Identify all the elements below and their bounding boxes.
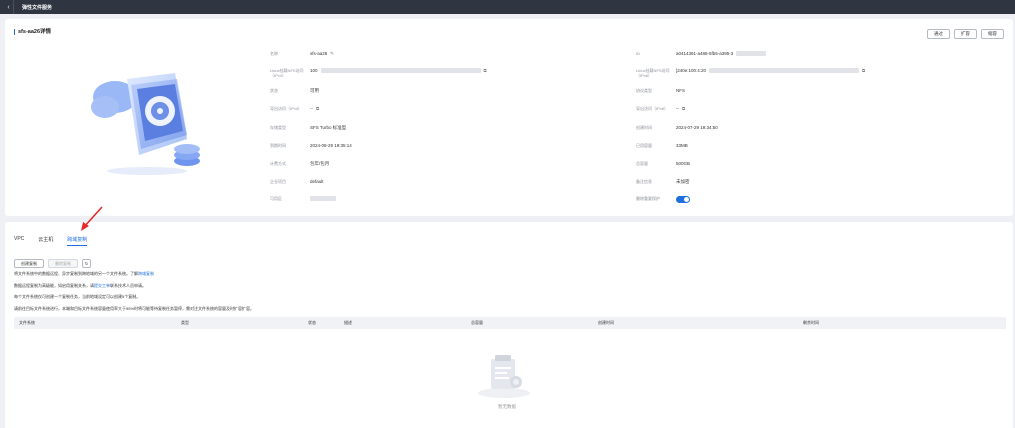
delete-protection-toggle[interactable] — [676, 196, 690, 203]
replication-notes: 将文件系统中的数据远程、异步复制到跨地域的另一个文件系统。了解跨域复制 数据远程… — [14, 271, 255, 319]
shrink-button[interactable]: 缩容 — [981, 29, 1004, 39]
note-line: 数据远程复制为高级能，如启用复制关系，请提交工单联系技术人员申请。 — [14, 282, 146, 288]
redacted-value — [320, 68, 481, 73]
detail-card: sfs-aa26详情 通过 扩容 缩容 名称 sfs-aa26 ✎ Linux挂… — [5, 19, 1013, 216]
refresh-button[interactable]: ↻ — [82, 259, 91, 268]
storage-illustration — [91, 73, 200, 175]
refresh-icon: ↻ — [84, 261, 89, 266]
action-buttons: 通过 扩容 缩容 — [927, 29, 1004, 39]
column-header[interactable]: 描述 — [344, 320, 352, 326]
note-line: 将文件系统中的数据远程、异步复制到跨地域的另一个文件系统。了解跨域复制 — [14, 271, 154, 276]
annotation-arrow — [81, 206, 103, 231]
table-header: 文件系统 类型 状态 描述 总容量 创建时间 剩余时间 — [14, 317, 1006, 329]
redacted-value — [310, 196, 336, 201]
note-line: 每个文件系统仅可创建一个复制任务，当前地域设定可以创建5个复制。 — [14, 294, 141, 300]
edit-icon[interactable]: ✎ — [330, 51, 334, 56]
delete-replication-button[interactable]: 删除复制 — [48, 259, 78, 268]
copy-icon[interactable]: ⧉ — [862, 68, 865, 73]
copy-icon[interactable]: ⧉ — [316, 106, 319, 111]
back-button[interactable]: ‹ — [4, 0, 14, 14]
column-header[interactable]: 状态 — [308, 320, 316, 326]
empty-state-icon — [478, 355, 530, 398]
page-title: 弹性文件服务 — [22, 4, 53, 11]
top-bar: ‹ 弹性文件服务 — [0, 0, 1015, 14]
tab-bar: VPC 云主机 跨域复制 — [14, 236, 88, 246]
tab-cross-region-replication[interactable]: 跨域复制 — [67, 236, 88, 246]
chevron-left-icon: ‹ — [7, 3, 10, 11]
note-line: 请前往目标文件系统进行，本端和目标文件系统容量使用率大于95%时将可能等待复制任… — [14, 306, 255, 312]
column-header[interactable]: 文件系统 — [19, 320, 35, 326]
approve-button[interactable]: 通过 — [927, 29, 950, 39]
create-replication-button[interactable]: 创建复制 — [14, 259, 44, 268]
copy-icon[interactable]: ⧉ — [484, 68, 487, 73]
redacted-value — [709, 68, 860, 73]
column-header[interactable]: 剩余时间 — [803, 320, 819, 326]
column-header[interactable]: 创建时间 — [598, 320, 614, 326]
copy-icon[interactable]: ⧉ — [682, 106, 685, 111]
learn-replication-link[interactable]: 跨域复制 — [138, 271, 154, 276]
tabs-card: VPC 云主机 跨域复制 创建复制 删除复制 ↻ 将文件系统中的数据远程、异步复… — [5, 222, 1013, 428]
redacted-value — [736, 51, 767, 56]
empty-state-text: 暂无数据 — [498, 404, 516, 409]
file-system-title: sfs-aa26详情 — [14, 29, 51, 35]
tab-cloud-host[interactable]: 云主机 — [38, 236, 53, 246]
tab-vpc[interactable]: VPC — [14, 236, 24, 246]
column-header[interactable]: 总容量 — [471, 320, 483, 326]
replication-toolbar: 创建复制 删除复制 ↻ — [14, 259, 91, 268]
expand-button[interactable]: 扩容 — [954, 29, 977, 39]
submit-ticket-link[interactable]: 提交工单 — [94, 283, 110, 288]
column-header[interactable]: 类型 — [181, 320, 189, 326]
